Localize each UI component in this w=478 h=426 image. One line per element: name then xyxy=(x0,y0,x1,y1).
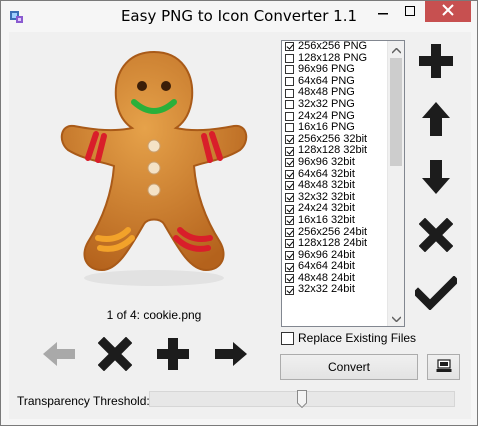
arrow-up-icon xyxy=(420,100,452,141)
minimize-icon xyxy=(377,5,388,19)
format-list-item[interactable]: 48x48 32bit xyxy=(282,180,389,192)
format-checkbox[interactable] xyxy=(285,146,294,156)
threshold-label: Transparency Threshold: xyxy=(17,394,150,408)
maximize-icon xyxy=(404,5,415,19)
format-checkbox[interactable] xyxy=(285,262,294,272)
format-list-item[interactable]: 16x16 PNG xyxy=(282,122,389,134)
select-all-button[interactable] xyxy=(412,272,460,316)
replace-existing-box[interactable] xyxy=(281,331,294,345)
format-checkbox[interactable] xyxy=(285,274,294,284)
format-label: 96x96 32bit xyxy=(298,155,355,168)
threshold-slider[interactable] xyxy=(149,389,455,409)
previous-button[interactable] xyxy=(37,335,81,375)
format-checkbox[interactable] xyxy=(285,42,294,52)
add-image-button[interactable] xyxy=(151,335,195,375)
format-list-item[interactable]: 32x32 PNG xyxy=(282,97,389,111)
arrow-down-icon xyxy=(420,158,452,199)
format-label: 32x32 PNG xyxy=(298,97,355,110)
format-checkbox[interactable] xyxy=(285,169,294,179)
main-window: Easy PNG to Icon Converter 1.1 1 of 4: c… xyxy=(0,0,478,426)
remove-x-icon xyxy=(418,217,454,255)
format-checkbox[interactable] xyxy=(285,216,294,226)
format-label: 48x48 32bit xyxy=(298,179,355,192)
format-checkbox[interactable] xyxy=(285,204,294,214)
format-checkbox[interactable] xyxy=(285,250,294,260)
scroll-thumb[interactable] xyxy=(390,58,402,166)
remove-image-button[interactable] xyxy=(93,335,137,375)
format-label: 16x16 PNG xyxy=(298,121,355,134)
computer-icon xyxy=(436,358,452,376)
title-bar[interactable]: Easy PNG to Icon Converter 1.1 xyxy=(1,1,477,31)
format-list-item[interactable]: 16x16 32bit xyxy=(282,213,389,227)
format-checkbox[interactable] xyxy=(285,158,294,168)
format-checkbox[interactable] xyxy=(285,88,294,98)
arrow-left-icon xyxy=(41,340,77,371)
add-plus-icon xyxy=(417,42,455,83)
format-list-item[interactable]: 96x96 32bit xyxy=(282,155,389,169)
close-button[interactable] xyxy=(425,1,471,22)
format-checkbox[interactable] xyxy=(285,285,294,295)
format-checkbox[interactable] xyxy=(285,239,294,249)
next-button[interactable] xyxy=(209,335,253,375)
replace-existing-label: Replace Existing Files xyxy=(298,331,417,345)
format-checkbox[interactable] xyxy=(285,123,294,133)
scroll-up-button[interactable] xyxy=(388,41,404,58)
format-checkbox[interactable] xyxy=(285,181,294,191)
format-checkbox[interactable] xyxy=(285,100,294,110)
icon-preview xyxy=(54,42,254,292)
format-list-item[interactable]: 128x128 24bit xyxy=(282,237,389,250)
format-list-item[interactable]: 32x32 24bit xyxy=(282,284,389,296)
arrow-right-icon xyxy=(213,340,249,371)
add-format-button[interactable] xyxy=(414,40,458,84)
format-checkbox[interactable] xyxy=(285,111,294,121)
client-area: 1 of 4: cookie.png 256x256 PNG 128x128 PN… xyxy=(9,32,471,419)
chevron-down-icon xyxy=(391,311,402,325)
maximize-button[interactable] xyxy=(396,1,423,22)
format-label: 32x32 24bit xyxy=(298,283,355,296)
format-checkbox[interactable] xyxy=(285,53,294,63)
move-down-button[interactable] xyxy=(414,156,458,200)
slider-thumb[interactable] xyxy=(297,390,307,409)
convert-button[interactable]: Convert xyxy=(280,354,418,380)
format-checkbox[interactable] xyxy=(285,193,294,203)
clear-selection-button[interactable] xyxy=(414,214,458,258)
gingerbread-man-icon xyxy=(60,50,248,286)
checkmark-icon xyxy=(412,274,460,313)
format-list-items: 256x256 PNG 128x128 PNG 96x96 PNG 64x64 PNG… xyxy=(282,41,389,296)
remove-x-icon xyxy=(97,336,133,374)
scroll-down-button[interactable] xyxy=(388,309,404,326)
list-scrollbar[interactable] xyxy=(387,41,404,326)
move-up-button[interactable] xyxy=(414,98,458,142)
format-label: 128x128 24bit xyxy=(298,237,368,250)
format-checkbox[interactable] xyxy=(285,77,294,87)
format-list-item[interactable]: 256x256 PNG xyxy=(282,41,389,53)
chevron-up-icon xyxy=(391,43,402,57)
format-checkbox[interactable] xyxy=(285,65,294,75)
minimize-button[interactable] xyxy=(369,1,396,22)
format-label: 256x256 PNG xyxy=(298,40,368,52)
format-checkbox[interactable] xyxy=(285,227,294,237)
replace-existing-checkbox[interactable]: Replace Existing Files xyxy=(281,331,416,345)
format-label: 16x16 32bit xyxy=(298,213,355,226)
computer-button[interactable] xyxy=(427,354,460,380)
preview-caption: 1 of 4: cookie.png xyxy=(106,308,202,322)
close-icon xyxy=(442,4,454,19)
format-checkbox[interactable] xyxy=(285,135,294,145)
add-plus-icon xyxy=(155,336,191,375)
format-list[interactable]: 256x256 PNG 128x128 PNG 96x96 PNG 64x64 PNG… xyxy=(281,40,405,327)
